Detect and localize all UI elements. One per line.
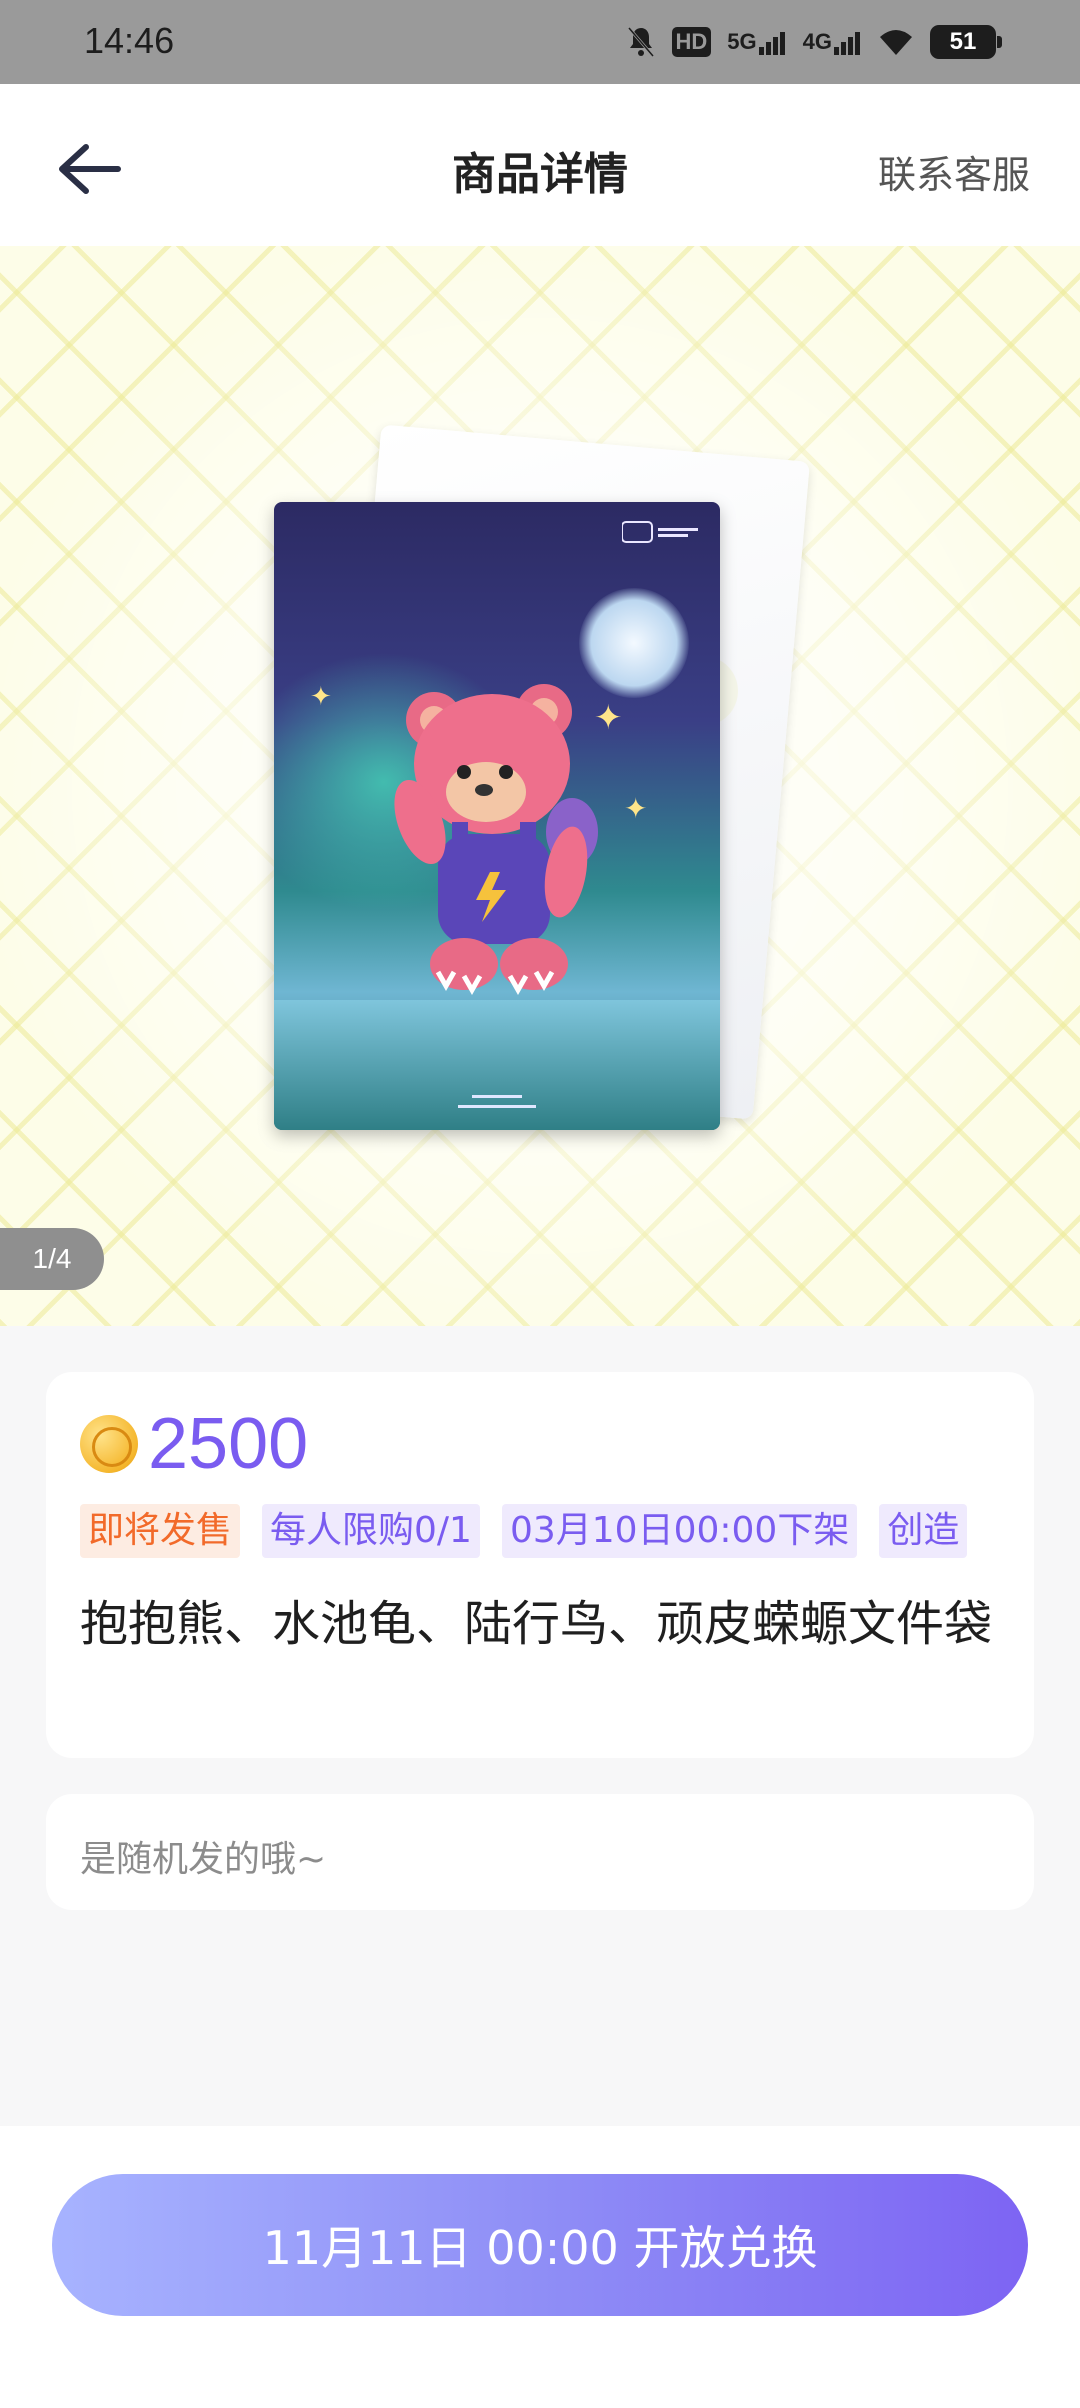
mute-bell-icon: [626, 22, 656, 62]
folder-footer-print: [274, 1091, 720, 1120]
tag-coming-soon: 即将发售: [80, 1504, 241, 1558]
product-info-card: 2500 即将发售 每人限购0/1 03月10日00:00下架 创造 抱抱熊、水…: [46, 1372, 1034, 1758]
product-name: 抱抱熊、水池龟、陆行鸟、顽皮蝾螈文件袋: [80, 1596, 993, 1652]
product-tags: 即将发售 每人限购0/1 03月10日00:00下架 创造: [80, 1504, 1000, 1558]
tag-delist-time: 03月10日00:00下架: [501, 1504, 858, 1558]
hd-icon: HD: [671, 22, 712, 62]
folder-logo: [621, 520, 700, 548]
product-image-gallery[interactable]: ✦ ✦ ✦ 1/4: [0, 246, 1080, 1326]
net2-label: 4G: [802, 29, 832, 54]
product-note: 是随机发的哦~: [80, 1839, 327, 1880]
battery-icon: 51: [930, 25, 1002, 59]
coin-icon: [80, 1415, 138, 1473]
net1-label: 5G: [727, 29, 757, 54]
sparkle-icon: ✦: [624, 792, 648, 825]
contact-service-link[interactable]: 联系客服: [878, 144, 1030, 199]
bottom-action-bar: 11月11日 00:00 开放兑换: [0, 2126, 1080, 2408]
product-note-card: 是随机发的哦~: [46, 1794, 1034, 1910]
bear-illustration: [394, 684, 598, 996]
gallery-pager: 1/4: [0, 1228, 104, 1290]
product-image: ✦ ✦ ✦: [274, 502, 720, 1130]
signal-4g-icon: 4G: [803, 22, 862, 62]
price-row: 2500: [80, 1408, 308, 1480]
wifi-icon: [878, 22, 914, 62]
status-bar: 14:46 HD 5G 4G 51: [0, 0, 1080, 84]
tag-purchase-limit: 每人限购0/1: [262, 1504, 480, 1558]
sparkle-icon: ✦: [310, 682, 332, 712]
product-price: 2500: [148, 1404, 309, 1484]
tag-creation: 创造: [879, 1504, 968, 1558]
status-time: 14:46: [84, 20, 175, 61]
redeem-button[interactable]: 11月11日 00:00 开放兑换: [52, 2174, 1028, 2316]
signal-5g-icon: 5G: [727, 22, 786, 62]
status-icons: HD 5G 4G 51: [626, 22, 1002, 62]
nav-header: 商品详情 联系客服: [0, 84, 1080, 246]
